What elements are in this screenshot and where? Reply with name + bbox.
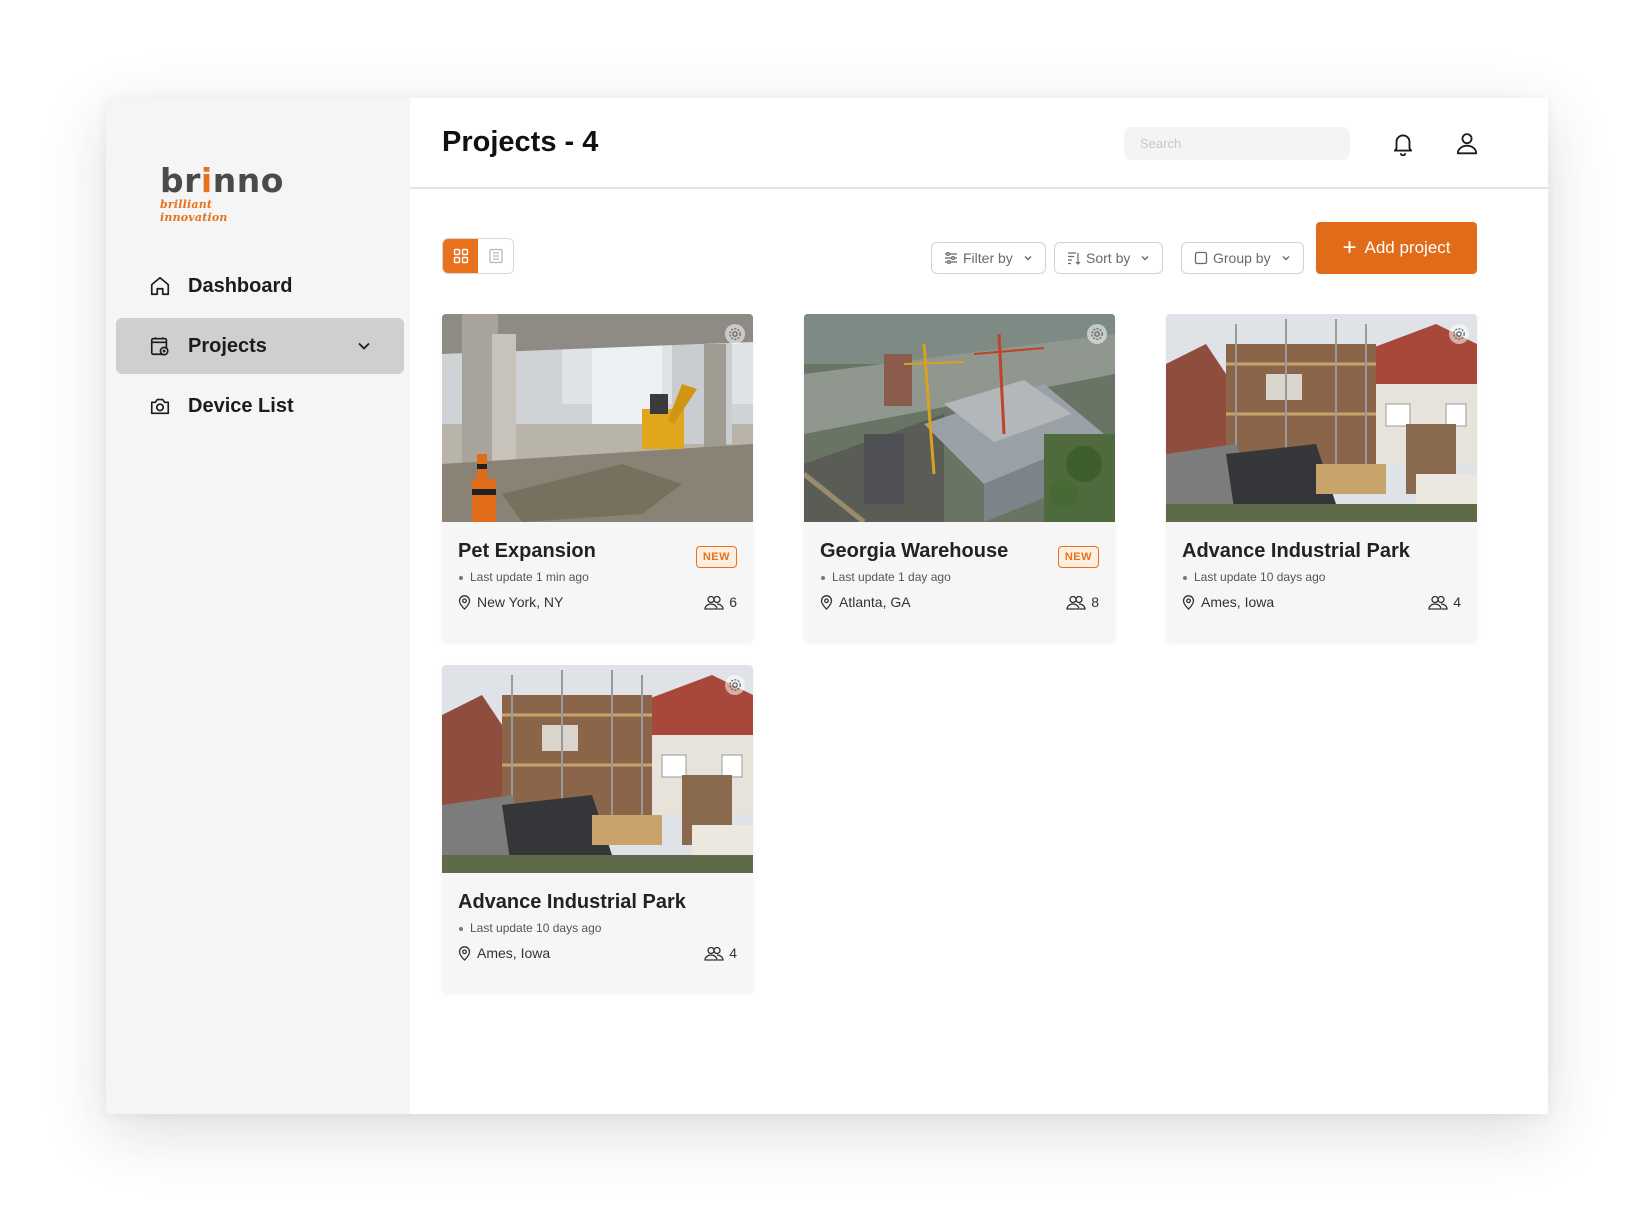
grid-view-icon xyxy=(453,248,468,264)
filter-label: Filter by xyxy=(963,250,1013,266)
project-location: Atlanta, GA xyxy=(820,594,1066,610)
project-location: New York, NY xyxy=(458,594,704,610)
sidebar-item-label: Projects xyxy=(188,334,267,357)
sort-button[interactable]: Sort by xyxy=(1054,242,1164,274)
sort-icon xyxy=(1068,252,1081,265)
chevron-down-icon[interactable] xyxy=(354,336,374,356)
sidebar-nav: Dashboard Projects Device List xyxy=(116,258,404,438)
location-text: New York, NY xyxy=(477,594,564,610)
project-thumbnail xyxy=(442,314,753,522)
bell-icon[interactable] xyxy=(1390,130,1416,157)
project-members: 8 xyxy=(1066,594,1099,610)
chevron-down-icon xyxy=(1282,256,1290,261)
users-icon xyxy=(1428,595,1448,610)
grid-view-button[interactable] xyxy=(443,239,478,273)
project-thumbnail xyxy=(804,314,1115,522)
location-pin-icon xyxy=(458,594,471,610)
filter-button[interactable]: Filter by xyxy=(931,242,1046,274)
users-icon xyxy=(704,946,724,961)
project-title: Advance Industrial Park xyxy=(1182,540,1410,562)
location-pin-icon xyxy=(1182,594,1195,610)
group-button[interactable]: Group by xyxy=(1181,242,1304,274)
member-count: 4 xyxy=(729,945,737,961)
users-icon xyxy=(704,595,724,610)
gear-icon[interactable] xyxy=(1087,324,1107,344)
plus-icon: + xyxy=(1342,234,1357,261)
project-location: Ames, Iowa xyxy=(458,945,704,961)
sort-label: Sort by xyxy=(1086,250,1131,266)
brand-tagline: brilliant innovation xyxy=(160,198,228,224)
sidebar-item-device-list[interactable]: Device List xyxy=(116,378,404,434)
card-meta: Ames, Iowa 4 xyxy=(458,945,737,961)
new-badge: NEW xyxy=(1057,546,1099,568)
project-card[interactable]: Pet Expansion NEW Last update 1 min ago … xyxy=(442,314,753,641)
last-update: Last update 10 days ago xyxy=(1182,570,1461,584)
card-body: Advance Industrial Park Last update 10 d… xyxy=(1166,522,1477,641)
user-icon[interactable] xyxy=(1454,130,1480,156)
last-update: Last update 10 days ago xyxy=(458,921,737,935)
gear-icon[interactable] xyxy=(725,324,745,344)
member-count: 8 xyxy=(1091,594,1099,610)
sidebar-item-label: Dashboard xyxy=(188,274,293,297)
project-card[interactable]: Advance Industrial Park Last update 10 d… xyxy=(442,665,753,992)
project-thumbnail xyxy=(442,665,753,873)
sidebar: brinno brilliant innovation Dashboard Pr… xyxy=(106,98,410,1114)
last-update: Last update 1 min ago xyxy=(458,570,737,584)
group-label: Group by xyxy=(1213,250,1271,266)
list-view-button[interactable] xyxy=(478,239,513,273)
checkbox-icon xyxy=(1194,251,1208,265)
card-meta: New York, NY 6 xyxy=(458,594,737,610)
app-window: brinno brilliant innovation Dashboard Pr… xyxy=(106,98,1548,1114)
card-body: Georgia Warehouse NEW Last update 1 day … xyxy=(804,522,1115,641)
location-text: Ames, Iowa xyxy=(1201,594,1275,610)
member-count: 6 xyxy=(729,594,737,610)
brand-logo[interactable]: brinno brilliant innovation xyxy=(160,161,284,224)
list-view-icon xyxy=(488,248,503,264)
project-title: Advance Industrial Park xyxy=(458,891,686,913)
project-card[interactable]: Advance Industrial Park Last update 10 d… xyxy=(1166,314,1477,641)
location-pin-icon xyxy=(458,945,471,961)
project-members: 4 xyxy=(704,945,737,961)
sidebar-item-dashboard[interactable]: Dashboard xyxy=(116,258,404,314)
project-members: 6 xyxy=(704,594,737,610)
project-location: Ames, Iowa xyxy=(1182,594,1428,610)
card-meta: Atlanta, GA 8 xyxy=(820,594,1099,610)
add-project-button[interactable]: + Add project xyxy=(1316,222,1477,274)
last-update: Last update 1 day ago xyxy=(820,570,1099,584)
location-pin-icon xyxy=(820,594,833,610)
location-text: Ames, Iowa xyxy=(477,945,551,961)
gear-icon[interactable] xyxy=(725,675,745,695)
project-thumbnail xyxy=(1166,314,1477,522)
card-body: Pet Expansion NEW Last update 1 min ago … xyxy=(442,522,753,641)
project-card[interactable]: Georgia Warehouse NEW Last update 1 day … xyxy=(804,314,1115,641)
sidebar-item-projects[interactable]: Projects xyxy=(116,318,404,374)
sidebar-item-label: Device List xyxy=(188,394,294,417)
brand-wordmark: brinno xyxy=(160,161,284,200)
search-input[interactable] xyxy=(1124,127,1350,160)
page-title: Projects - 4 xyxy=(442,126,599,158)
main-content: Projects - 4 Filter by Sort by xyxy=(410,98,1548,1114)
new-badge: NEW xyxy=(695,546,737,568)
card-meta: Ames, Iowa 4 xyxy=(1182,594,1461,610)
filter-icon xyxy=(945,252,957,265)
chevron-down-icon xyxy=(1141,256,1149,261)
users-icon xyxy=(1066,595,1086,610)
projects-icon xyxy=(148,334,172,358)
camera-icon xyxy=(148,394,172,418)
member-count: 4 xyxy=(1453,594,1461,610)
card-body: Advance Industrial Park Last update 10 d… xyxy=(442,873,753,992)
location-text: Atlanta, GA xyxy=(839,594,911,610)
view-toggle xyxy=(442,238,514,274)
home-icon xyxy=(148,274,172,298)
chevron-down-icon xyxy=(1024,256,1032,261)
gear-icon[interactable] xyxy=(1449,324,1469,344)
project-members: 4 xyxy=(1428,594,1461,610)
add-project-label: Add project xyxy=(1364,238,1451,257)
top-bar: Projects - 4 xyxy=(410,98,1548,189)
